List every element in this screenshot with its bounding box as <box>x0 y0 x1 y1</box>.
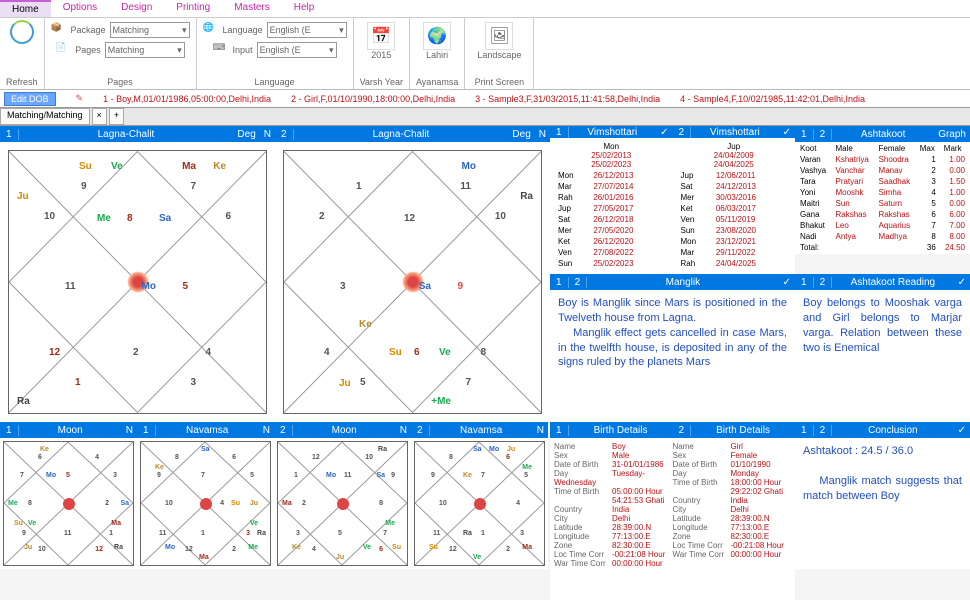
manglik-text: Boy is Manglik since Mars is positioned … <box>550 290 795 422</box>
input-select[interactable]: English (E <box>257 42 337 58</box>
graph-button[interactable]: Graph <box>934 129 970 140</box>
menu-home[interactable]: Home <box>0 0 51 17</box>
mini-moon-2: 2MoonN Ra1210 1Mo11Sa9 Ma28 Me 357 Ke4Ju… <box>274 422 411 569</box>
vimshottari-1: Mon 25/02/2013 25/02/2023 Mon26/12/2013M… <box>550 138 673 274</box>
chart-2-title: Lagna-Chalit <box>294 129 509 140</box>
menu-bar: Home Options Design Printing Masters Hel… <box>0 0 970 18</box>
chart-2: Mo 1 11 Ra 12 2 10 3 Sa 9 Ke 4 Su 6 <box>275 142 550 422</box>
check-icon[interactable]: ✓ <box>954 425 970 436</box>
check-icon[interactable]: ✓ <box>779 127 795 138</box>
check-icon[interactable]: ✓ <box>779 277 795 288</box>
ayan-button[interactable]: 🌍Lahiri <box>417 20 457 62</box>
pages-group-label: Pages <box>107 77 133 87</box>
chart-1-title: Lagna-Chalit <box>19 129 234 140</box>
mini-moon-1: 1MoonN Ke64 Mo573 Me82Sa SuVeMa 9111 Ju1… <box>0 422 137 569</box>
check-icon[interactable]: ✓ <box>656 127 672 138</box>
left-column: 1 Lagna-Chalit Deg N Su Ve 9 Ma Ke 7 <box>0 126 550 600</box>
language-group-label: Language <box>255 77 295 87</box>
check-icon[interactable]: ✓ <box>954 277 970 288</box>
landscape-icon: 🖼 <box>485 22 513 50</box>
chart-1-deg[interactable]: Deg <box>233 129 259 140</box>
ashtakoot-table: KootMaleFemaleMaxMarkVaranKshatriyaShood… <box>795 142 970 254</box>
mini-nav-2: 2NavamsaN SaMoJu 86 Me 9Ke75 104 11Ra13 … <box>411 422 548 569</box>
chart-2-num: 2 <box>275 129 294 140</box>
menu-options[interactable]: Options <box>51 0 109 17</box>
pages-select[interactable]: Matching <box>105 42 185 58</box>
package-label: Package <box>71 25 106 35</box>
menu-design[interactable]: Design <box>109 0 164 17</box>
conclusion-text: Ashtakoot : 24.5 / 36.0 Manglik match su… <box>795 438 970 569</box>
chart-2-n[interactable]: N <box>535 129 550 140</box>
chart-1-num: 1 <box>0 129 19 140</box>
globe-icon: 🌍 <box>423 22 451 50</box>
ribbon-refresh-group: Refresh <box>0 18 45 89</box>
mini-charts-row: 1MoonN Ke64 Mo573 Me82Sa SuVeMa 9111 Ju1… <box>0 422 550 569</box>
info-column: 1Vimshottari✓2Vimshottari✓ Mon 25/02/201… <box>550 126 970 600</box>
refresh-label: Refresh <box>6 77 38 87</box>
tab-matching[interactable]: Matching/Matching <box>0 108 90 125</box>
menu-printing[interactable]: Printing <box>164 0 222 17</box>
record-2[interactable]: 2 - Girl,F,01/10/1990,18:00:00,Delhi,Ind… <box>291 94 455 104</box>
ribbon-pages-group: 📦 Package Matching 📄 Pages Matching Pages <box>45 18 197 89</box>
chart-1: Su Ve 9 Ma Ke 7 Ju Me 8 Sa 10 6 11 Mo <box>0 142 275 422</box>
language-label: Language <box>223 25 263 35</box>
records-bar: Edit DOB ✎ 1 - Boy,M,01/01/1986,05:00:00… <box>0 90 970 108</box>
tab-add[interactable]: + <box>109 108 124 125</box>
pages-label: Pages <box>75 45 101 55</box>
ribbon-language-group: 🌐 Language English (E ⌨ Input English (E Lan… <box>197 18 354 89</box>
keyboard-icon: ⌨ <box>213 42 229 58</box>
chart-2-container: 2 Lagna-Chalit Deg N Mo 1 11 Ra 12 2 <box>275 126 550 422</box>
edit-dob-button[interactable]: Edit DOB <box>4 92 56 106</box>
ribbon-print-group: 🖼Landscape Print Screen <box>465 18 534 89</box>
calendar-icon: 📅 <box>367 22 395 50</box>
main-area: 1 Lagna-Chalit Deg N Su Ve 9 Ma Ke 7 <box>0 126 970 600</box>
pencil-icon[interactable]: ✎ <box>76 93 84 104</box>
tab-bar: Matching/Matching × + <box>0 108 970 126</box>
vimshottari-2: Jup 24/04/2009 24/04/2025 Jup12/06/2011S… <box>673 138 796 274</box>
ribbon-year-group: 📅2015 Varsh Year <box>354 18 410 89</box>
menu-help[interactable]: Help <box>282 0 327 17</box>
record-4[interactable]: 4 - Sample4,F,10/02/1985,11:42:01,Delhi,… <box>680 94 865 104</box>
chart-2-deg[interactable]: Deg <box>508 129 534 140</box>
year-group-label: Varsh Year <box>360 77 403 87</box>
ribbon: Refresh 📦 Package Matching 📄 Pages Matching … <box>0 18 970 90</box>
year-button[interactable]: 📅2015 <box>361 20 401 62</box>
tab-close[interactable]: × <box>92 108 107 125</box>
ribbon-ayan-group: 🌍Lahiri Ayanamsa <box>410 18 465 89</box>
ayan-group-label: Ayanamsa <box>416 77 458 87</box>
package-select[interactable]: Matching <box>110 22 190 38</box>
pages-icon: 📄 <box>55 42 71 58</box>
chart-1-container: 1 Lagna-Chalit Deg N Su Ve 9 Ma Ke 7 <box>0 126 275 422</box>
language-select[interactable]: English (E <box>267 22 347 38</box>
record-3[interactable]: 3 - Sample3,F,31/03/2015,11:41:58,Delhi,… <box>475 94 660 104</box>
menu-masters[interactable]: Masters <box>222 0 282 17</box>
mini-nav-1: 1NavamsaN Sa86 Ke975 SuJu104 Ve 1113Ra M… <box>137 422 274 569</box>
refresh-icon[interactable] <box>10 20 34 44</box>
package-icon: 📦 <box>51 22 67 38</box>
chart-1-n[interactable]: N <box>260 129 275 140</box>
language-icon: 🌐 <box>203 22 219 38</box>
ashta-reading-text: Boy belongs to Mooshak varga and Girl be… <box>795 290 970 422</box>
record-1[interactable]: 1 - Boy,M,01/01/1986,05:00:00,Delhi,Indi… <box>103 94 271 104</box>
print-group-label: Print Screen <box>475 77 525 87</box>
input-label: Input <box>233 45 253 55</box>
print-button[interactable]: 🖼Landscape <box>471 20 527 62</box>
birth-details: NameBoySexMaleDate of Birth31-01/01/1986… <box>550 438 795 600</box>
